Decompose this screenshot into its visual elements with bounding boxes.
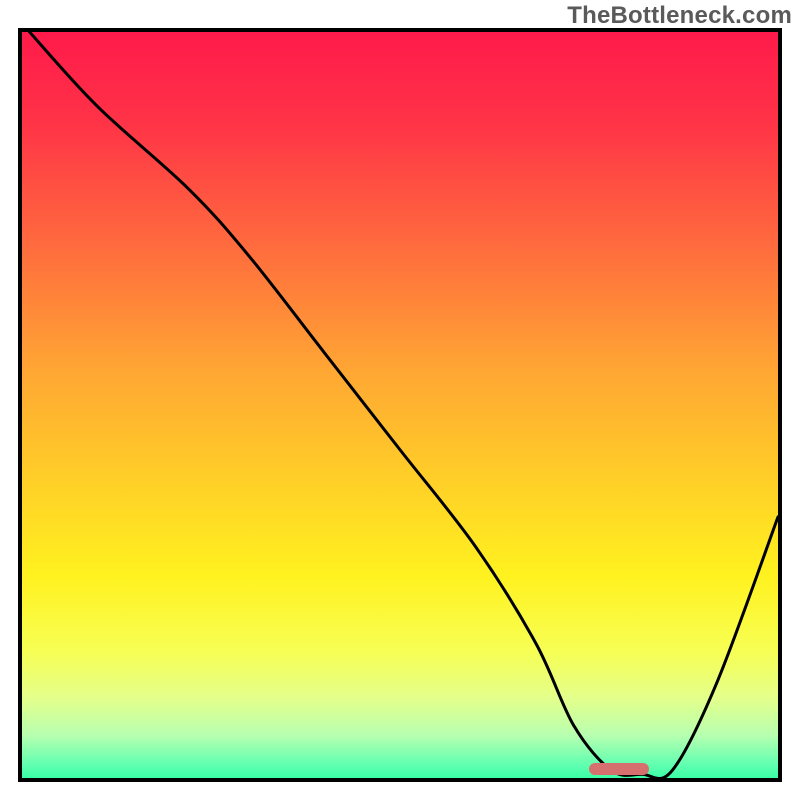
watermark-text: TheBottleneck.com (567, 2, 792, 30)
chart-frame: TheBottleneck.com (0, 0, 800, 800)
plot-area (18, 28, 782, 782)
curve-layer (22, 32, 778, 778)
curve-line (30, 32, 778, 778)
optimal-marker (589, 763, 649, 775)
